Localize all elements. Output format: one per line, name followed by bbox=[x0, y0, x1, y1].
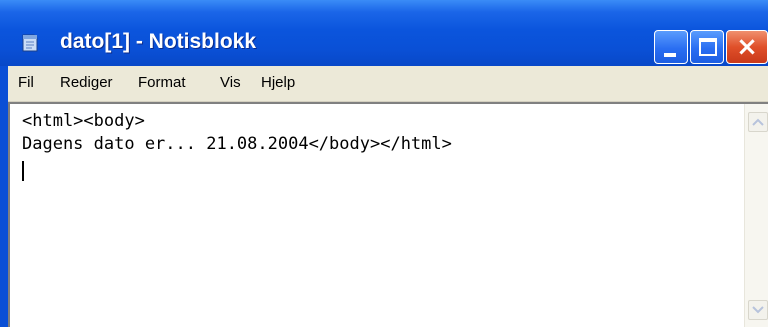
scroll-up-arrow-icon bbox=[752, 118, 764, 126]
maximize-icon bbox=[699, 38, 717, 56]
scroll-down-arrow-icon bbox=[752, 306, 764, 314]
text-line: <html><body> bbox=[22, 111, 145, 131]
text-content[interactable]: <html><body> Dagens dato er... 21.08.2004… bbox=[22, 110, 732, 325]
close-icon: × bbox=[736, 32, 758, 62]
menu-bar: Fil Rediger Format Vis Hjelp bbox=[8, 66, 768, 102]
menu-item-format[interactable]: Format bbox=[138, 74, 186, 91]
title-bar[interactable]: dato[1] - Notisblokk × bbox=[0, 0, 768, 66]
minimize-icon bbox=[664, 53, 676, 57]
menu-item-hjelp[interactable]: Hjelp bbox=[261, 74, 295, 91]
vertical-scrollbar[interactable] bbox=[744, 104, 768, 327]
window-title: dato[1] - Notisblokk bbox=[60, 30, 257, 53]
scroll-up-button[interactable] bbox=[748, 112, 768, 132]
menu-item-vis[interactable]: Vis bbox=[220, 74, 241, 91]
notepad-window: dato[1] - Notisblokk × Fil Rediger Forma… bbox=[0, 0, 768, 327]
text-editor[interactable]: <html><body> Dagens dato er... 21.08.2004… bbox=[8, 102, 768, 327]
maximize-button[interactable] bbox=[690, 30, 724, 64]
minimize-button[interactable] bbox=[654, 30, 688, 64]
scroll-down-button[interactable] bbox=[748, 300, 768, 320]
text-caret bbox=[22, 161, 24, 181]
notepad-icon bbox=[20, 33, 40, 53]
text-line: Dagens dato er... 21.08.2004</body></htm… bbox=[22, 134, 452, 154]
menu-item-rediger[interactable]: Rediger bbox=[60, 74, 113, 91]
close-button[interactable]: × bbox=[726, 30, 768, 64]
menu-item-fil[interactable]: Fil bbox=[18, 74, 34, 91]
